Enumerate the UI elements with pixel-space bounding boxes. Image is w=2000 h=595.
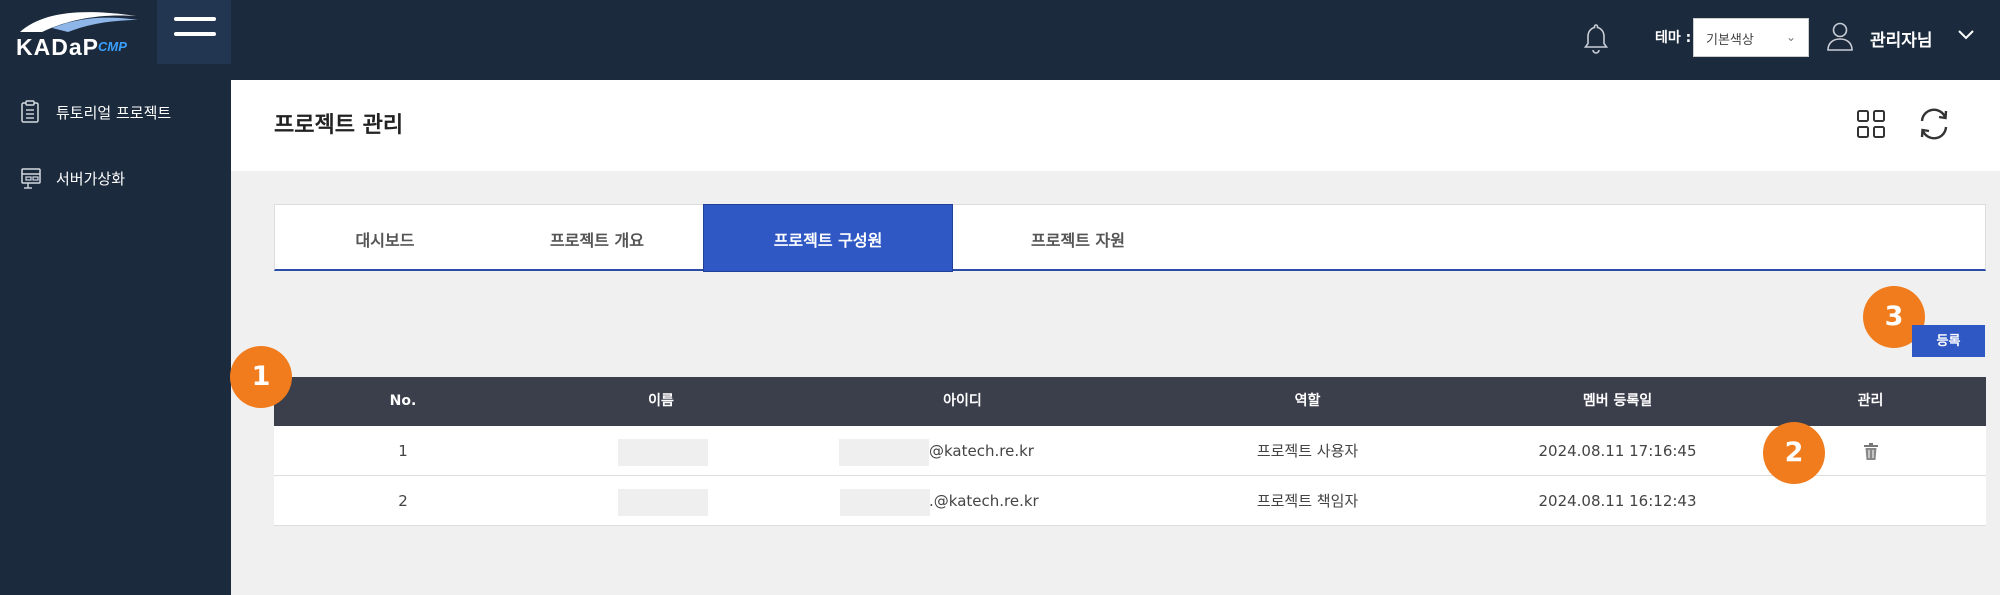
cell-registered-date: 2024.08.11 17:16:45 xyxy=(1538,442,1697,460)
annotation-badge-1: 1 xyxy=(230,346,292,408)
sidebar-item-tutorial-project[interactable]: 튜토리얼 프로젝트 xyxy=(0,92,231,132)
tab-project-overview[interactable]: 프로젝트 개요 xyxy=(495,205,699,270)
table-header: No. 이름 아이디 역할 멤버 등록일 관리 xyxy=(274,377,1986,426)
cell-registered-date: 2024.08.11 16:12:43 xyxy=(1538,492,1697,510)
clipboard-icon xyxy=(21,100,39,123)
top-bar: KADaP CMP 테마 : 기본색상 ⌄ 관리자님 xyxy=(0,0,2000,80)
theme-select-value: 기본색상 xyxy=(1706,33,1754,48)
cell-id-redacted xyxy=(839,439,929,466)
cell-id-redacted xyxy=(840,489,930,516)
refresh-icon[interactable] xyxy=(1916,107,1952,141)
sidebar: 튜토리얼 프로젝트 서버가상화 xyxy=(0,80,231,595)
server-virtualization-icon xyxy=(21,168,41,189)
grid-view-icon[interactable] xyxy=(1857,110,1885,138)
column-header-no: No. xyxy=(389,393,417,409)
sidebar-item-label: 튜토리얼 프로젝트 xyxy=(56,104,172,122)
sidebar-item-server-virtualization[interactable]: 서버가상화 xyxy=(0,158,231,198)
column-header-manage: 관리 xyxy=(1857,393,1884,409)
page-title: 프로젝트 관리 xyxy=(274,113,404,138)
kadap-logo[interactable]: KADaP CMP xyxy=(12,8,142,68)
column-header-role: 역할 xyxy=(1294,393,1321,409)
cell-no: 1 xyxy=(398,442,408,460)
user-name[interactable]: 관리자님 xyxy=(1870,26,1933,51)
register-button[interactable]: 등록 xyxy=(1912,325,1985,357)
user-icon[interactable] xyxy=(1826,21,1854,51)
logo-subtext: CMP xyxy=(98,39,127,54)
cell-role: 프로젝트 사용자 xyxy=(1256,442,1359,460)
logo-text: KADaP xyxy=(16,34,99,60)
cell-no: 2 xyxy=(398,492,408,510)
cell-id: @katech.re.kr xyxy=(929,442,1034,460)
project-tabs: 대시보드 프로젝트 개요 프로젝트 구성원 프로젝트 자원 xyxy=(274,204,1986,272)
chevron-down-icon: ⌄ xyxy=(1785,30,1796,44)
column-header-id: 아이디 xyxy=(943,393,982,409)
table-row: 1 @katech.re.kr 프로젝트 사용자 2024.08.11 17:1… xyxy=(274,426,1986,476)
tab-project-members[interactable]: 프로젝트 구성원 xyxy=(703,204,953,272)
notification-bell-icon[interactable] xyxy=(1583,22,1609,56)
cell-name xyxy=(618,439,708,466)
delete-trash-icon[interactable] xyxy=(1863,443,1879,461)
menu-toggle-button[interactable] xyxy=(157,0,231,64)
cell-role: 프로젝트 책임자 xyxy=(1256,492,1359,510)
tab-dashboard[interactable]: 대시보드 xyxy=(275,205,495,270)
column-header-name: 이름 xyxy=(648,393,674,409)
page-header: 프로젝트 관리 xyxy=(231,80,2000,171)
cell-name xyxy=(618,489,708,516)
theme-label: 테마 : xyxy=(1655,30,1692,46)
sidebar-item-label: 서버가상화 xyxy=(56,170,126,188)
table-row: 2 .@katech.re.kr 프로젝트 책임자 2024.08.11 16:… xyxy=(274,476,1986,526)
main-content: 프로젝트 관리 대시보드 프로젝트 개요 프로젝트 구성원 프로젝트 자원 3 … xyxy=(230,80,2000,595)
column-header-registered-date: 멤버 등록일 xyxy=(1582,393,1653,409)
theme-select[interactable]: 기본색상 ⌄ xyxy=(1693,18,1809,57)
user-menu-chevron-icon[interactable] xyxy=(1956,24,1976,44)
annotation-badge-2: 2 xyxy=(1763,422,1825,484)
tab-project-resources[interactable]: 프로젝트 자원 xyxy=(953,205,1203,270)
cell-id: .@katech.re.kr xyxy=(929,492,1039,510)
members-table: No. 이름 아이디 역할 멤버 등록일 관리 1 @katech.re.kr … xyxy=(274,377,1986,526)
